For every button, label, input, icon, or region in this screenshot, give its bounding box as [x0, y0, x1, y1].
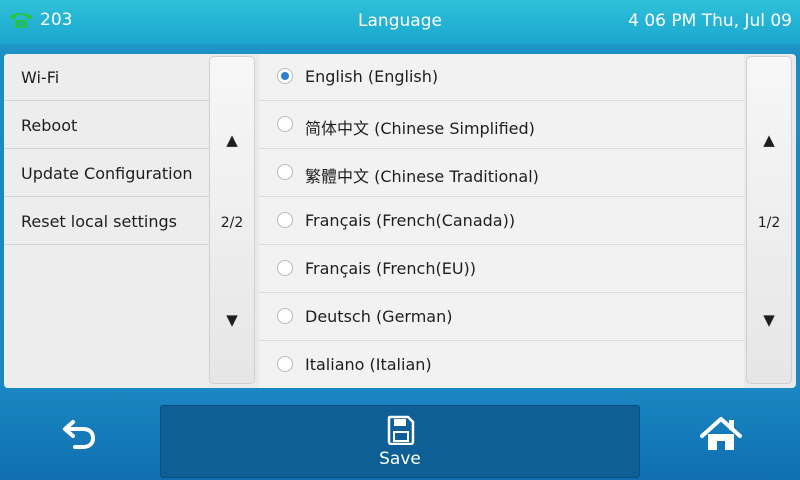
radio-button[interactable]: [277, 308, 293, 324]
radio-button-selected[interactable]: [277, 68, 293, 84]
back-icon: [63, 420, 96, 449]
language-list: English (English) 简体中文 (Chinese Simplifi…: [259, 54, 744, 388]
radio-button[interactable]: [277, 116, 293, 132]
menu-item-update-configuration[interactable]: Update Configuration: [4, 150, 209, 197]
language-item-chinese-traditional[interactable]: 繁體中文 (Chinese Traditional): [259, 150, 744, 197]
language-label: 繁體中文 (Chinese Traditional): [305, 167, 539, 186]
home-button[interactable]: [698, 414, 744, 456]
arrow-down-icon[interactable]: ▼: [210, 311, 254, 329]
main-panel: Wi-Fi Reboot Update Configuration Reset …: [4, 54, 796, 388]
save-icon: [387, 415, 415, 445]
language-label: Italiano (Italian): [305, 355, 432, 374]
language-label: 简体中文 (Chinese Simplified): [305, 119, 535, 138]
menu-item-label: Update Configuration: [21, 164, 193, 183]
back-button[interactable]: [55, 412, 105, 458]
menu-item-reset-local-settings[interactable]: Reset local settings: [4, 198, 209, 245]
right-scrollbar: ▲ 1/2 ▼: [746, 56, 792, 384]
menu-item-label: Reboot: [21, 116, 78, 135]
date-time: 4 06 PM Thu, Jul 09: [628, 11, 792, 31]
radio-button[interactable]: [277, 164, 293, 180]
menu-item-label: Wi-Fi: [21, 68, 60, 87]
language-item-french-eu[interactable]: Français (French(EU)): [259, 246, 744, 293]
menu-item-label: Reset local settings: [21, 212, 177, 231]
arrow-up-icon[interactable]: ▲: [210, 131, 254, 149]
right-page-indicator: 1/2: [757, 215, 781, 231]
settings-menu: Wi-Fi Reboot Update Configuration Reset …: [4, 54, 209, 388]
menu-item-reboot[interactable]: Reboot: [4, 102, 209, 149]
status-bar: 203 Language 4 06 PM Thu, Jul 09: [0, 0, 800, 44]
language-label: Français (French(EU)): [305, 259, 477, 278]
left-scrollbar: ▲ 2/2 ▼: [209, 56, 255, 384]
radio-button[interactable]: [277, 356, 293, 372]
radio-button[interactable]: [277, 260, 293, 276]
radio-button[interactable]: [277, 212, 293, 228]
language-item-chinese-simplified[interactable]: 简体中文 (Chinese Simplified): [259, 102, 744, 149]
home-icon: [700, 417, 742, 450]
arrow-up-icon[interactable]: ▲: [747, 131, 791, 149]
arrow-down-icon[interactable]: ▼: [747, 311, 791, 329]
language-item-english[interactable]: English (English): [259, 54, 744, 101]
language-item-italian[interactable]: Italiano (Italian): [259, 342, 744, 388]
menu-item-wifi[interactable]: Wi-Fi: [4, 54, 209, 101]
language-label: Français (French(Canada)): [305, 211, 516, 230]
save-label: Save: [379, 449, 421, 469]
language-label: Deutsch (German): [305, 307, 453, 326]
left-page-indicator: 2/2: [220, 215, 244, 231]
language-item-french-canada[interactable]: Français (French(Canada)): [259, 198, 744, 245]
language-item-german[interactable]: Deutsch (German): [259, 294, 744, 341]
language-label: English (English): [305, 67, 439, 86]
save-button[interactable]: Save: [160, 405, 640, 478]
